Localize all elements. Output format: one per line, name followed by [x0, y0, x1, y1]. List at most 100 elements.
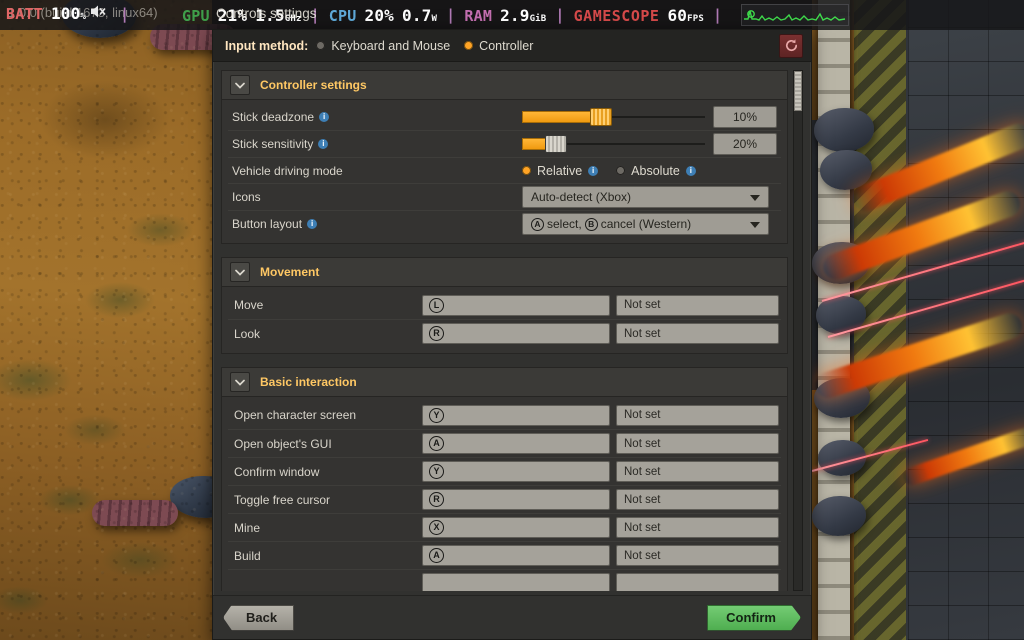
chevron-down-icon[interactable] [230, 75, 250, 95]
performance-overlay-bar: GPU 21% 1.5 GHz | CPU 20% 0.7 W | RAM 2.9 G… [0, 0, 1024, 30]
section-header[interactable]: Controller settings [221, 70, 788, 100]
button-layout-part-text: select, [547, 217, 582, 231]
fps-unit: FPS [687, 13, 704, 24]
bind-secondary-partial[interactable] [616, 573, 779, 591]
overlay-cpu: CPU 20% 0.7 W [329, 6, 437, 25]
input-method-label: Input method: [225, 38, 309, 53]
info-icon[interactable]: i [588, 165, 599, 176]
bind-secondary-confirm-window[interactable]: Not set [616, 461, 779, 482]
bind-secondary-toggle-free-cursor[interactable]: Not set [616, 489, 779, 510]
info-icon[interactable]: i [318, 139, 329, 149]
info-icon[interactable]: i [319, 112, 330, 122]
driving-mode-option-relative[interactable]: Relative i [522, 163, 599, 178]
bind-secondary-build[interactable]: Not set [616, 545, 779, 566]
driving-mode-option-absolute[interactable]: Absolute i [616, 164, 696, 178]
row-label-text: Stick sensitivity [232, 137, 314, 151]
stick-sensitivity-slider[interactable] [522, 133, 705, 155]
row-label: Vehicle driving mode [232, 164, 522, 178]
bind-primary-mine[interactable]: X [422, 517, 610, 538]
chevron-down-icon[interactable] [230, 372, 250, 392]
bind-primary-toggle-free-cursor[interactable]: R [422, 489, 610, 510]
icons-dropdown[interactable]: Auto-detect (Xbox) [522, 186, 769, 208]
gamepad-a-icon: A [429, 436, 444, 451]
reset-icon [784, 38, 799, 53]
scrollbar-thumb[interactable] [794, 71, 802, 111]
gamepad-left-stick-icon: L [429, 297, 444, 313]
bind-row-move: Move L Not set [228, 291, 781, 319]
info-icon[interactable]: i [685, 165, 696, 176]
battery-value: 100 [50, 4, 81, 23]
bind-secondary-move[interactable]: Not set [616, 294, 779, 316]
bind-label: Toggle free cursor [234, 492, 331, 507]
slider-handle[interactable] [545, 135, 568, 153]
bind-label: Confirm window [234, 464, 320, 479]
section-header[interactable]: Basic interaction [221, 367, 788, 397]
dialog-header: Input method: Keyboard and Mouse Control… [213, 30, 811, 62]
row-label-text: Icons [232, 190, 261, 204]
stick-sensitivity-value[interactable]: 20% [713, 133, 777, 155]
bind-row-open-objects-gui: Open object's GUI A Not set [228, 429, 781, 457]
slider-fill [522, 111, 601, 123]
battery-label: BATT [6, 5, 43, 23]
confirm-button[interactable]: Confirm [707, 605, 801, 631]
bind-row-open-character-screen: Open character screen Y Not set [228, 401, 781, 429]
bind-label: Move [234, 298, 264, 312]
back-button[interactable]: Back [223, 604, 295, 631]
reset-button[interactable] [779, 33, 803, 58]
chevron-down-icon[interactable] [230, 262, 250, 282]
driving-mode-option-label: Relative [537, 163, 583, 178]
input-method-option-keyboard[interactable]: Keyboard and Mouse [316, 39, 450, 53]
section-controller-settings: Controller settings Stick deadzone i 10%… [221, 70, 788, 244]
battery-unit: % [80, 12, 87, 22]
overlay-separator: | [446, 6, 456, 24]
input-method-option-label: Controller [479, 38, 534, 53]
bind-label: Mine [234, 520, 261, 535]
ram-value: 2.9 [500, 5, 530, 25]
cpu-load-value: 20% [364, 5, 394, 25]
settings-scroll-area: Controller settings Stick deadzone i 10%… [221, 70, 788, 591]
bind-primary-partial[interactable] [422, 573, 610, 591]
bind-label: Open character screen [234, 408, 357, 422]
bind-primary-look[interactable]: R [422, 323, 610, 344]
bind-secondary-look[interactable]: Not set [616, 323, 779, 344]
info-icon[interactable]: i [307, 219, 318, 229]
bind-secondary-mine[interactable]: Not set [616, 517, 779, 538]
stick-deadzone-value[interactable]: 10% [713, 106, 777, 128]
row-label: Icons [232, 190, 522, 204]
bind-primary-build[interactable]: A [422, 545, 610, 566]
frametime-graph-icon [741, 4, 850, 26]
section-title: Basic interaction [260, 375, 357, 389]
gamepad-right-stick-icon: R [429, 326, 444, 341]
section-body: Open character screen Y Not set Open obj… [221, 397, 788, 591]
section-body: Move L Not set Look R Not set [221, 287, 788, 354]
bind-row-confirm-window: Confirm window Y Not set [228, 457, 781, 485]
settings-scrollbar[interactable] [793, 70, 803, 591]
slider-handle[interactable] [589, 108, 612, 126]
section-header[interactable]: Movement [221, 257, 788, 287]
bind-secondary-open-objects-gui[interactable]: Not set [616, 433, 779, 454]
row-vehicle-driving-mode: Vehicle driving mode Relative i Absolute… [228, 157, 781, 183]
bind-primary-move[interactable]: L [422, 294, 610, 316]
button-layout-part-text: cancel (Western) [600, 217, 692, 231]
row-label: Stick sensitivity i [232, 137, 522, 151]
screen-root: GPU 21% 1.5 GHz | CPU 20% 0.7 W | RAM 2.9 G… [0, 0, 1024, 640]
window-title-text: Controls settings [216, 6, 317, 21]
gamepad-a-icon: A [429, 548, 444, 563]
radio-dot-icon [522, 166, 531, 175]
button-layout-dropdown[interactable]: A select, B cancel (Western) [522, 213, 769, 235]
dialog-body: Controller settings Stick deadzone i 10%… [213, 62, 811, 595]
chevron-down-icon [750, 190, 760, 204]
bind-primary-open-character-screen[interactable]: Y [422, 404, 610, 426]
bind-primary-confirm-window[interactable]: Y [422, 461, 610, 482]
overlay-ram: RAM 2.9 GiB [464, 6, 546, 25]
game-terrain-left [0, 0, 240, 640]
bind-row-partial [228, 569, 781, 591]
ram-unit: GiB [529, 13, 547, 24]
bind-secondary-open-character-screen[interactable]: Not set [616, 404, 779, 426]
input-method-option-label: Keyboard and Mouse [331, 38, 451, 53]
bind-primary-open-objects-gui[interactable]: A [422, 433, 610, 454]
bind-row-mine: Mine X Not set [228, 513, 781, 541]
stick-deadzone-slider[interactable] [522, 106, 705, 128]
bind-row-build: Build A Not set [228, 541, 781, 569]
input-method-option-controller[interactable]: Controller [464, 39, 533, 53]
